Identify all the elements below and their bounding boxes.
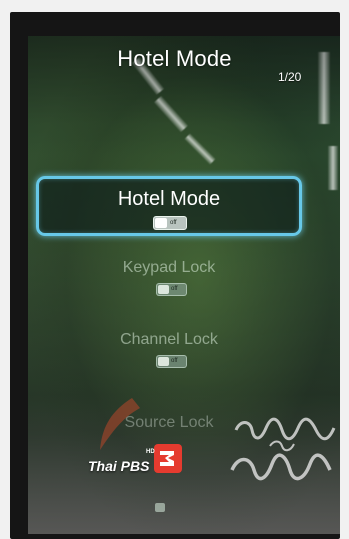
toggle-state: off (171, 286, 178, 292)
menu-item-label: Keypad Lock (122, 259, 216, 276)
hotel-mode-toggle[interactable]: off (153, 216, 187, 230)
menu-item-hotel-mode[interactable]: Hotel Mode off (36, 176, 302, 236)
menu-item-label: Channel Lock (120, 331, 218, 348)
channel-logo-hd3: HD (146, 444, 182, 473)
broadcast-logo-swoosh (100, 398, 140, 450)
menu-item-keypad-lock[interactable]: Keypad Lock off (36, 258, 302, 300)
toggle-state: off (170, 220, 177, 226)
toggle-knob (158, 357, 169, 366)
menu-item-label: Hotel Mode (117, 188, 221, 210)
page-title: Hotel Mode (117, 46, 232, 71)
thai-script-watermark (230, 417, 336, 481)
page-counter: 1/20 (278, 70, 302, 84)
toggle-knob (155, 218, 167, 228)
toggle-state: off (171, 358, 178, 364)
keypad-lock-toggle[interactable]: off (156, 283, 187, 296)
channel-name: Thai PBS (88, 458, 150, 474)
toggle-knob (158, 285, 169, 294)
hd-badge: HD (146, 449, 155, 455)
channel-lock-toggle[interactable]: off (156, 355, 187, 368)
menu-item-channel-lock[interactable]: Channel Lock off (36, 330, 302, 372)
scroll-indicator (155, 503, 165, 512)
